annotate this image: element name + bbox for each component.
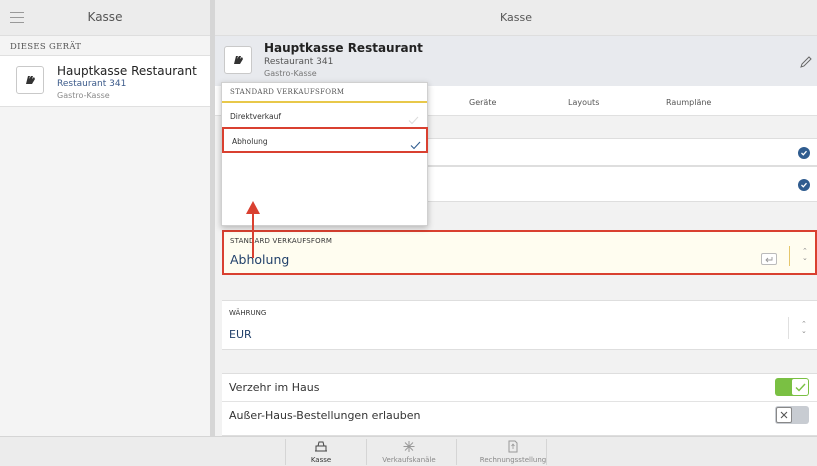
bottom-tab-bar: Kasse Verkaufskanäle Rechnungsstellung	[0, 436, 817, 466]
enter-key-icon[interactable]	[761, 253, 777, 265]
currency-field[interactable]: WÄHRUNG EUR ⌃ ⌄	[222, 300, 817, 350]
bottom-tab-verkaufskanaele[interactable]: Verkaufskanäle	[364, 437, 454, 466]
header-device-location: Restaurant 341	[264, 57, 334, 67]
left-pane-title: Kasse	[87, 10, 123, 24]
invoice-icon	[468, 440, 558, 453]
tab-label: Rechnungsstellung	[479, 456, 547, 464]
field-separator	[789, 246, 790, 266]
field-separator	[788, 317, 789, 339]
section-label: DIESES GERÄT	[10, 42, 82, 52]
cross-icon	[776, 407, 792, 423]
device-logo-icon	[16, 66, 44, 94]
left-top-bar: Kasse	[0, 0, 210, 36]
device-name: Hauptkasse Restaurant	[57, 64, 197, 78]
check-circle-icon	[798, 179, 810, 191]
device-list-pane: Kasse DIESES GERÄT Hauptkasse Restaurant…	[0, 0, 210, 436]
device-header: Hauptkasse Restaurant Restaurant 341 Gas…	[215, 36, 817, 86]
currency-value: EUR	[229, 328, 252, 341]
up-down-chevron-icon[interactable]: ⌃ ⌄	[801, 321, 807, 335]
device-list-item[interactable]: Hauptkasse Restaurant Restaurant 341 Gas…	[0, 55, 210, 107]
option-label: Direktverkauf	[230, 112, 282, 121]
dropdown-option-abholung[interactable]: Abholung	[222, 127, 428, 153]
check-icon	[792, 379, 808, 395]
default-sales-form-field[interactable]: STANDARD VERKAUFSFORM Abholung ⌃ ⌄	[222, 230, 817, 275]
toggle-label: Verzehr im Haus	[229, 381, 320, 394]
right-pane-title: Kasse	[500, 11, 532, 24]
tab-geraete[interactable]: Geräte	[469, 98, 496, 107]
bottom-tab-rechnungsstellung[interactable]: Rechnungsstellung	[468, 437, 558, 466]
tab-label: Kasse	[310, 456, 332, 464]
tab-separator	[546, 439, 547, 465]
check-icon	[410, 135, 421, 154]
device-logo-icon	[224, 46, 252, 74]
channels-icon	[364, 440, 454, 453]
toggle-row-dine-in: Verzehr im Haus	[222, 374, 817, 402]
option-label: Abholung	[232, 137, 268, 146]
bottom-tab-kasse[interactable]: Kasse	[276, 437, 366, 466]
toggle-row-takeaway: Außer-Haus-Bestellungen erlauben	[222, 402, 817, 430]
dropdown-header: STANDARD VERKAUFSFORM	[222, 83, 427, 103]
annotation-arrow-icon	[244, 200, 262, 264]
toggle-list: Verzehr im Haus Außer-Haus-Bestellungen …	[222, 373, 817, 436]
tab-label: Verkaufskanäle	[382, 456, 436, 464]
up-down-chevron-icon[interactable]: ⌃ ⌄	[802, 248, 808, 262]
register-icon	[276, 440, 366, 453]
currency-label: WÄHRUNG	[229, 309, 267, 317]
tab-layouts[interactable]: Layouts	[568, 98, 599, 107]
header-device-name: Hauptkasse Restaurant	[264, 41, 423, 55]
header-device-type: Gastro-Kasse	[264, 69, 317, 78]
pencil-edit-icon[interactable]	[799, 54, 813, 73]
takeaway-toggle[interactable]	[775, 406, 809, 424]
toggle-label: Außer-Haus-Bestellungen erlauben	[229, 409, 421, 422]
tab-raumplaene[interactable]: Raumpläne	[666, 98, 711, 107]
right-top-bar: Kasse	[215, 0, 817, 36]
device-location: Restaurant 341	[57, 79, 127, 89]
check-circle-icon	[798, 147, 810, 159]
dine-in-toggle[interactable]	[775, 378, 809, 396]
tab-separator	[456, 439, 457, 465]
dropdown-header-label: STANDARD VERKAUFSFORM	[230, 88, 345, 96]
device-type: Gastro-Kasse	[57, 91, 110, 100]
